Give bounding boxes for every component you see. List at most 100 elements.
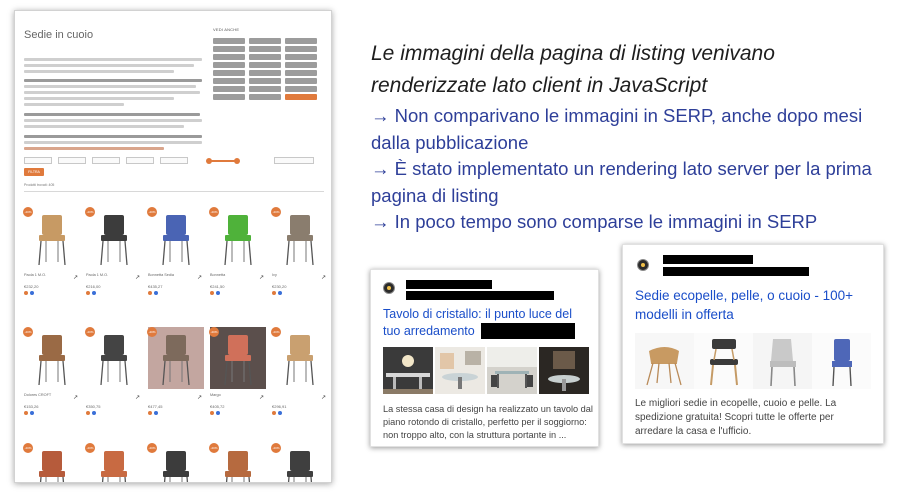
filter-select[interactable]: [24, 157, 52, 164]
external-link-arrow-icon[interactable]: ↗: [135, 274, 140, 281]
product-card[interactable]: -20%↗: [23, 443, 80, 482]
thumbnail-image[interactable]: [539, 347, 589, 394]
product-image[interactable]: -20%: [23, 327, 80, 389]
tag-link[interactable]: [213, 54, 245, 60]
filter-select[interactable]: [58, 157, 86, 164]
discount-badge: -20%: [23, 207, 33, 217]
product-card[interactable]: -20% €350,75 ↗: [85, 327, 142, 415]
product-name[interactable]: Bonnetta: [210, 273, 266, 282]
product-image[interactable]: -20%: [209, 443, 266, 482]
tag-link[interactable]: [249, 70, 281, 76]
tag-link[interactable]: [249, 86, 281, 92]
tag-link[interactable]: [213, 86, 245, 92]
tag-link[interactable]: [249, 78, 281, 84]
product-image[interactable]: -20%: [271, 443, 328, 482]
product-meta: [86, 291, 142, 295]
tag-link[interactable]: [249, 38, 281, 44]
product-card[interactable]: -20% Bonnetta €241,50 ↗: [209, 207, 266, 295]
product-card[interactable]: -20%↗: [85, 443, 142, 482]
product-card[interactable]: -20% €477,45 ↗: [147, 327, 204, 415]
tag-link[interactable]: [213, 94, 245, 100]
tag-link[interactable]: [285, 54, 317, 60]
tag-link[interactable]: [249, 54, 281, 60]
external-link-arrow-icon[interactable]: ↗: [321, 394, 326, 401]
product-card[interactable]: -20% Bonnetta Sedia €435,27 ↗: [147, 207, 204, 295]
slider-handle-max[interactable]: [234, 158, 240, 164]
thumbnail-image[interactable]: [435, 347, 485, 394]
product-name[interactable]: [272, 393, 328, 402]
product-card[interactable]: -20% Paola 1 M.O. €232,20 ↗: [23, 207, 80, 295]
tag-link[interactable]: [213, 78, 245, 84]
filter-button[interactable]: FILTRA: [24, 168, 44, 176]
thumbnail-image[interactable]: [487, 347, 537, 394]
color-swatch-icon: [92, 411, 96, 415]
product-image[interactable]: -20%: [147, 443, 204, 482]
tag-link[interactable]: [285, 46, 317, 52]
tag-link[interactable]: [213, 62, 245, 68]
external-link-arrow-icon[interactable]: ↗: [321, 274, 326, 281]
tag-link[interactable]: [285, 86, 317, 92]
product-name[interactable]: Ivy: [272, 273, 328, 282]
tag-link[interactable]: [285, 78, 317, 84]
external-link-arrow-icon[interactable]: ↗: [259, 274, 264, 281]
product-card[interactable]: -20% Paola 1 M.O. €216,00 ↗: [85, 207, 142, 295]
product-card[interactable]: -20% Ivy €230,20 ↗: [271, 207, 328, 295]
product-image[interactable]: -20%: [147, 327, 204, 389]
tag-link[interactable]: [213, 38, 245, 44]
product-name[interactable]: Paola 1 M.O.: [24, 273, 80, 282]
filter-select[interactable]: [126, 157, 154, 164]
tag-link[interactable]: [285, 38, 317, 44]
product-card[interactable]: -20% €296,91 ↗: [271, 327, 328, 415]
external-link-arrow-icon[interactable]: ↗: [197, 274, 202, 281]
filter-select[interactable]: [92, 157, 120, 164]
tag-link[interactable]: [249, 94, 281, 100]
product-image[interactable]: -20%: [271, 327, 328, 389]
slider-handle-min[interactable]: [206, 158, 212, 164]
product-card[interactable]: -20%↗: [271, 443, 328, 482]
tag-link-highlight[interactable]: [285, 94, 317, 100]
product-image[interactable]: -20%: [85, 327, 142, 389]
product-image[interactable]: -20%: [23, 207, 80, 269]
tag-link[interactable]: [249, 62, 281, 68]
thumbnail-image[interactable]: [635, 333, 694, 389]
product-image[interactable]: -20%: [209, 327, 266, 389]
product-card[interactable]: -20% Margo €405,72 ↗: [209, 327, 266, 415]
thumbnail-image[interactable]: [812, 333, 871, 389]
external-link-arrow-icon[interactable]: ↗: [73, 274, 78, 281]
filter-select[interactable]: [160, 157, 188, 164]
results-count: Prodotti trovati: 405: [24, 183, 55, 187]
color-swatch-icon: [30, 291, 34, 295]
product-card[interactable]: -20% Dolores CROFT €153,26 ↗: [23, 327, 80, 415]
product-card[interactable]: -20%↗: [209, 443, 266, 482]
product-image[interactable]: -20%: [209, 207, 266, 269]
tag-link[interactable]: [213, 46, 245, 52]
product-name[interactable]: Margo: [210, 393, 266, 402]
product-image[interactable]: -20%: [147, 207, 204, 269]
tag-link[interactable]: [285, 70, 317, 76]
tag-link[interactable]: [285, 62, 317, 68]
product-card[interactable]: -20%↗: [147, 443, 204, 482]
thumbnail-image[interactable]: [694, 333, 753, 389]
product-name[interactable]: Dolores CROFT: [24, 393, 80, 402]
serp-title-link[interactable]: Tavolo di cristallo: il punto luce del t…: [383, 306, 575, 340]
sort-select[interactable]: [274, 157, 314, 164]
product-name[interactable]: Paola 1 M.O.: [86, 273, 142, 282]
external-link-arrow-icon[interactable]: ↗: [197, 394, 202, 401]
serp-result-card: Sedie ecopelle, pelle, o cuoio - 100+ mo…: [622, 244, 884, 444]
product-name[interactable]: [86, 393, 142, 402]
product-image[interactable]: -20%: [23, 443, 80, 482]
product-name[interactable]: [148, 393, 204, 402]
serp-title-link[interactable]: Sedie ecopelle, pelle, o cuoio - 100+ mo…: [635, 286, 853, 324]
product-image[interactable]: -20%: [85, 443, 142, 482]
external-link-arrow-icon[interactable]: ↗: [135, 394, 140, 401]
external-link-arrow-icon[interactable]: ↗: [73, 394, 78, 401]
product-name[interactable]: Bonnetta Sedia: [148, 273, 204, 282]
thumbnail-image[interactable]: [753, 333, 812, 389]
tag-link[interactable]: [249, 46, 281, 52]
product-image[interactable]: -20%: [271, 207, 328, 269]
product-image[interactable]: -20%: [85, 207, 142, 269]
external-link-arrow-icon[interactable]: ↗: [259, 394, 264, 401]
tag-link[interactable]: [213, 70, 245, 76]
thumbnail-image[interactable]: [383, 347, 433, 394]
price-slider[interactable]: [206, 158, 240, 164]
